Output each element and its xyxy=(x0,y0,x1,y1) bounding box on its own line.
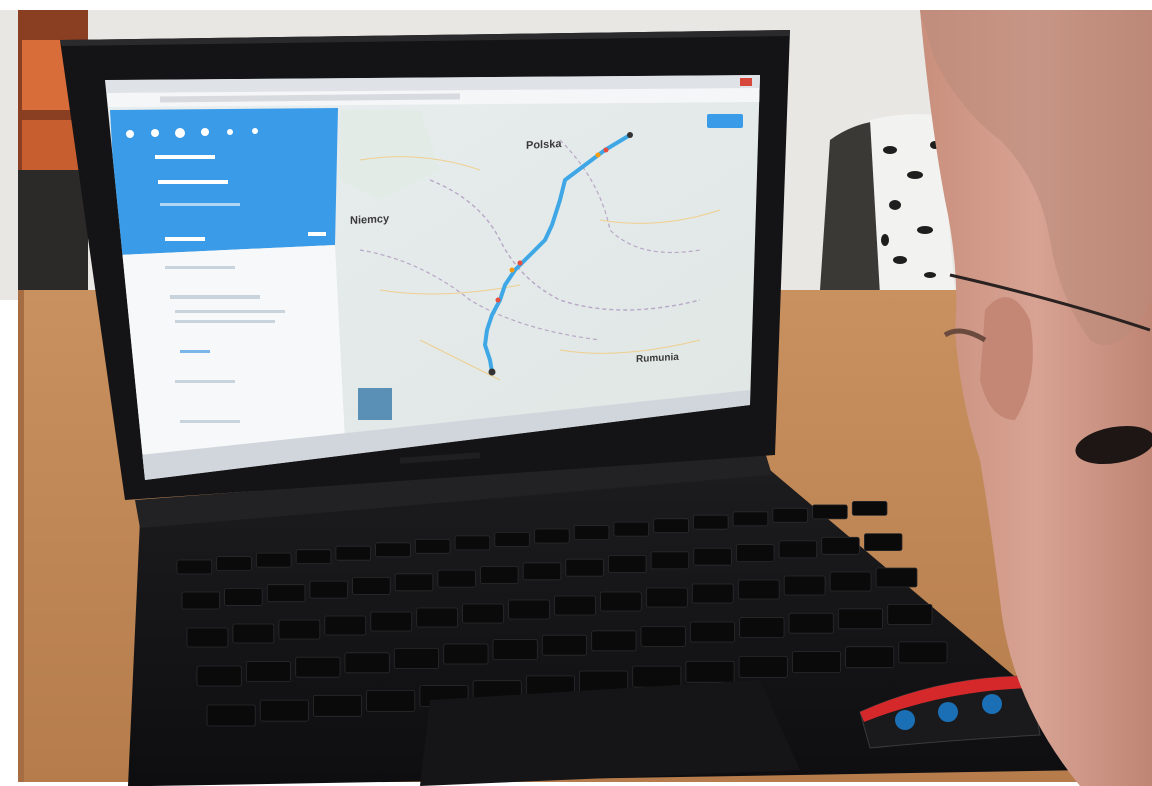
keyboard-key xyxy=(522,562,562,581)
keyboard-key xyxy=(573,525,610,540)
keyboard-key xyxy=(176,559,213,575)
keyboard-key xyxy=(812,504,848,520)
keyboard-key xyxy=(613,521,650,537)
top-border xyxy=(0,0,1152,10)
route-end-pin xyxy=(488,368,496,376)
keyboard-key xyxy=(591,630,637,652)
keyboard-key xyxy=(394,573,434,592)
keyboard-key xyxy=(295,549,332,565)
keyboard-key xyxy=(259,699,309,722)
keyboard-key xyxy=(851,500,888,516)
keyboard-key xyxy=(266,584,306,603)
keyboard-key xyxy=(454,535,491,551)
keyboard-key xyxy=(732,511,769,527)
keyboard-key xyxy=(480,566,519,584)
keyboard-key xyxy=(600,591,642,612)
keyboard-key xyxy=(309,580,348,599)
signin-button xyxy=(707,114,743,128)
keyboard-key xyxy=(335,545,371,561)
keyboard-key xyxy=(186,627,229,648)
keyboard-key xyxy=(462,603,504,624)
keyboard-key xyxy=(554,595,596,616)
keyboard-key xyxy=(224,588,263,606)
route-start-pin xyxy=(627,132,633,138)
keyboard-key xyxy=(650,551,690,570)
keyboard-key xyxy=(738,656,788,678)
keyboard-key xyxy=(864,533,903,551)
keyboard-key xyxy=(492,639,538,660)
map-label-niemcy: Niemcy xyxy=(350,212,390,228)
map-label-rumunia: Rumunia xyxy=(636,351,679,366)
browser-close-tab xyxy=(740,78,752,86)
keyboard-key xyxy=(685,660,735,683)
keyboard-key xyxy=(255,552,292,568)
keyboard-key xyxy=(829,571,872,592)
keyboard-key xyxy=(437,569,476,588)
keyboard-key xyxy=(608,555,647,573)
keyboard-key xyxy=(312,694,362,717)
keyboard-key xyxy=(845,646,895,669)
keyboard-key xyxy=(565,558,604,577)
map-layer-thumb xyxy=(358,388,392,420)
keyboard-key xyxy=(541,634,587,656)
keyboard-key xyxy=(366,690,416,712)
keyboard-key xyxy=(416,607,459,628)
keyboard-key xyxy=(898,641,948,664)
keyboard-key xyxy=(693,514,729,530)
keyboard-key xyxy=(821,536,860,555)
keyboard-key xyxy=(887,604,933,625)
keyboard-key xyxy=(324,615,367,636)
keyboard-key xyxy=(352,577,391,595)
keyboard-key xyxy=(206,704,256,727)
keyboard-key xyxy=(443,643,489,665)
map-label-polska: Polska xyxy=(526,138,562,152)
keyboard-key xyxy=(414,538,451,554)
keyboard-key xyxy=(216,556,252,571)
keyboard-key xyxy=(370,611,413,632)
keyboard-key xyxy=(739,617,785,638)
keyboard-key xyxy=(689,621,735,643)
keyboard-key xyxy=(837,608,883,630)
keyboard-key xyxy=(181,591,220,610)
photo-scene: Polska Niemcy Rumunia xyxy=(0,0,1152,786)
keyboard-key xyxy=(375,542,411,558)
keyboard-key xyxy=(295,656,341,678)
keyboard-key xyxy=(196,665,242,687)
keyboard-key xyxy=(788,612,834,634)
keyboard-key xyxy=(632,665,682,688)
keyboard-key xyxy=(494,532,530,547)
keyboard-key xyxy=(737,579,780,600)
keyboard-key xyxy=(232,623,275,644)
directions-panel-body xyxy=(118,245,345,470)
keyboard-key xyxy=(245,661,292,682)
keyboard-key xyxy=(640,626,686,647)
keyboard-key xyxy=(278,619,321,640)
keyboard-key xyxy=(344,652,390,674)
keyboard-key xyxy=(875,567,918,588)
keyboard-key xyxy=(393,648,439,669)
keyboard-key xyxy=(646,587,688,608)
dark-cabinet xyxy=(18,170,88,290)
keyboard-key xyxy=(736,544,775,562)
keyboard-key xyxy=(693,547,732,566)
keyboard-key xyxy=(508,599,550,620)
keyboard-key xyxy=(653,518,689,534)
keyboard-key xyxy=(691,583,734,604)
keyboard-key xyxy=(534,528,570,544)
keyboard-key xyxy=(783,575,826,596)
keyboard-key xyxy=(792,651,842,673)
keyboard-key xyxy=(778,540,818,559)
photo-svg xyxy=(0,0,1152,786)
keyboard-key xyxy=(772,507,808,523)
table-edge-left xyxy=(18,290,24,786)
